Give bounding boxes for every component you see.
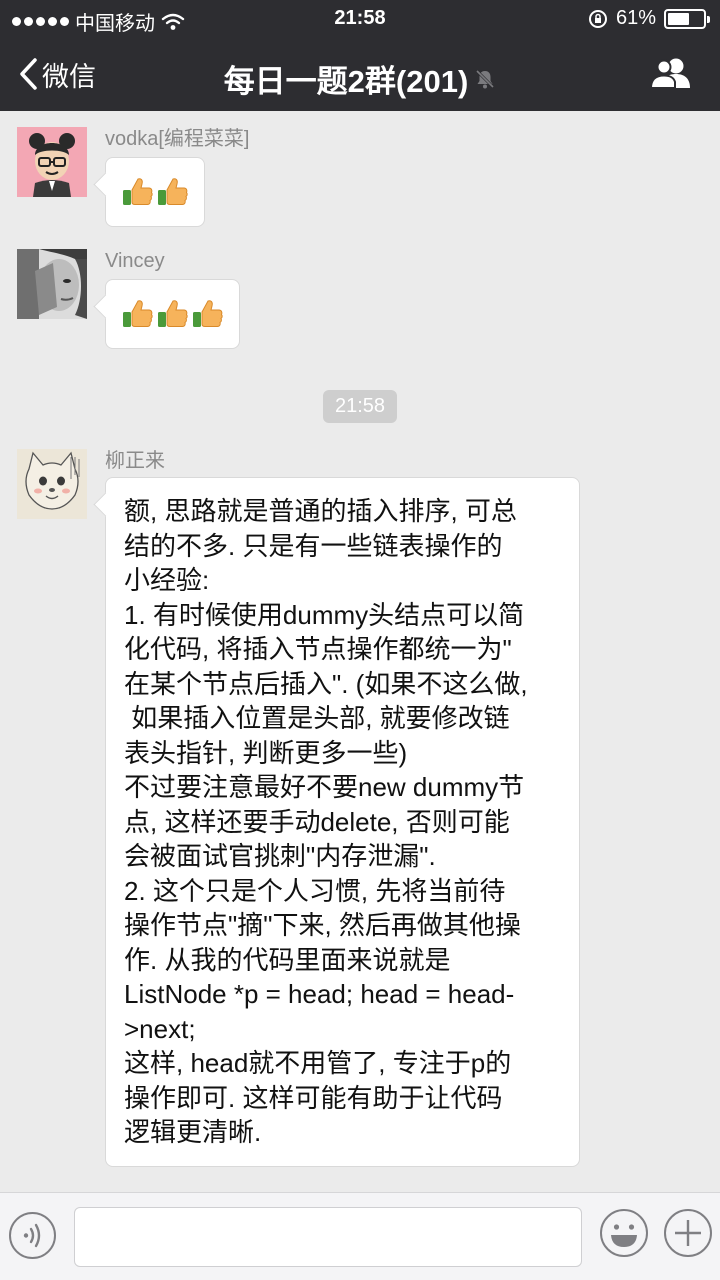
sender-name: 柳正来	[105, 450, 165, 472]
group-members-button[interactable]	[649, 56, 692, 95]
emoji-button[interactable]	[599, 1208, 649, 1258]
more-button[interactable]	[663, 1208, 713, 1258]
thumbs-up-icon	[123, 300, 153, 327]
message-line: 2. 这个只是个人习惯, 先将当前待	[124, 875, 506, 906]
message-input[interactable]	[74, 1207, 582, 1267]
chat-title-wrap: 每日一题2群(201)	[0, 56, 720, 101]
voice-icon	[23, 1223, 41, 1248]
group-members-icon	[649, 58, 690, 89]
thumbs-up-icon	[193, 300, 223, 327]
message-line: 点, 这样还要手动delete, 否则可能	[124, 806, 510, 837]
orientation-lock-icon	[588, 9, 607, 28]
chat-area[interactable]: vodka[编程菜菜] Vincey 21:58 柳正来 额, 思路就是普通的插…	[0, 111, 720, 1192]
message-line: 不过要注意最好不要new dummy节	[124, 772, 525, 802]
emoji-row	[106, 158, 204, 226]
message-line: 会被面试官挑刺"内存泄漏".	[124, 841, 436, 871]
message-line: 额, 思路就是普通的插入排序, 可总	[124, 496, 517, 526]
message-line: 逻辑更清晰.	[124, 1117, 262, 1147]
thumbs-up-icon	[123, 178, 153, 205]
thumbs-up-icon	[158, 178, 188, 205]
message-line: 小经验:	[124, 565, 210, 595]
message-bubble[interactable]: 额, 思路就是普通的插入排序, 可总 结的不多. 只是有一些链表操作的 小经验: 1.…	[105, 477, 580, 1167]
message-line: 化代码, 将插入节点操作都统一为"	[124, 634, 512, 664]
battery-fill	[668, 12, 689, 25]
sender-name: Vincey	[105, 250, 165, 272]
chat-title: 每日一题2群(201)	[223, 64, 469, 99]
message-line: 操作即可. 这样可能有助于让代码	[124, 1082, 503, 1113]
message-line: 这样, head就不用管了, 专注于p的	[124, 1048, 512, 1078]
input-bar	[0, 1192, 720, 1280]
sender-name: vodka[编程菜菜]	[105, 128, 250, 150]
voice-button[interactable]	[9, 1212, 56, 1259]
message-line: 作. 从我的代码里面来说就是	[124, 944, 451, 975]
message-item: 柳正来 额, 思路就是普通的插入排序, 可总 结的不多. 只是有一些链表操作的 小经…	[17, 449, 717, 1189]
status-right: 61%	[588, 7, 710, 30]
message-line: >next;	[124, 1013, 196, 1044]
avatar[interactable]	[17, 449, 87, 519]
message-line: ListNode *p = head; head = head-	[124, 979, 515, 1009]
plus-icon	[664, 1209, 712, 1257]
battery-percent: 61%	[615, 7, 656, 29]
message-item: Vincey	[17, 249, 717, 349]
nav-bar: 微信 每日一题2群(201)	[0, 38, 720, 111]
emoji-icon	[600, 1209, 648, 1257]
message-line: 操作节点"摘"下来, 然后再做其他操	[124, 910, 521, 940]
message-text: 额, 思路就是普通的插入排序, 可总 结的不多. 只是有一些链表操作的 小经验: 1.…	[106, 478, 579, 1166]
message-line: 1. 有时候使用dummy头结点可以简	[124, 599, 525, 630]
message-line: 如果插入位置是头部, 就要修改链	[124, 703, 510, 733]
avatar[interactable]	[17, 127, 87, 197]
avatar[interactable]	[17, 249, 87, 319]
message-bubble[interactable]	[105, 157, 205, 227]
message-item: vodka[编程菜菜]	[17, 127, 717, 227]
message-line: 在某个节点后插入". (如果不这么做,	[124, 668, 528, 699]
emoji-row	[106, 280, 239, 348]
message-line: 表头指针, 判断更多一些)	[124, 737, 408, 768]
message-line: 结的不多. 只是有一些链表操作的	[124, 530, 503, 561]
timestamp-label: 21:58	[323, 390, 397, 423]
battery-icon	[664, 8, 710, 29]
mute-bell-icon	[476, 69, 495, 88]
thumbs-up-icon	[158, 300, 188, 327]
message-bubble[interactable]	[105, 279, 240, 349]
status-bar: 中国移动 21:58 61%	[0, 0, 720, 38]
